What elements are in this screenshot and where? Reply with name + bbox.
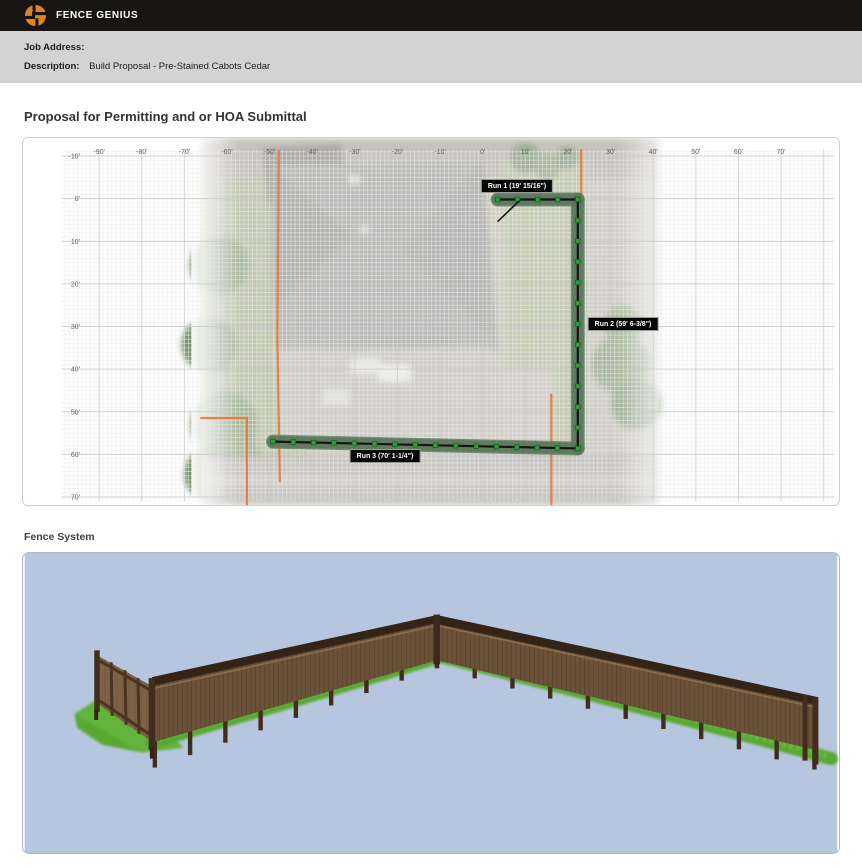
x-tick-label: 60' <box>734 149 743 156</box>
fence-post <box>413 443 418 448</box>
fence-render-panel <box>22 552 840 854</box>
fence-post <box>372 442 377 447</box>
y-tick-label: 30' <box>71 324 80 331</box>
y-tick-label: 10' <box>71 239 80 246</box>
y-tick-label: 20' <box>71 281 80 288</box>
fence-post <box>575 239 580 244</box>
fence-post <box>575 384 580 389</box>
x-tick-label: -60' <box>221 149 232 156</box>
y-tick-label: 40' <box>71 367 80 374</box>
fence-post <box>515 445 520 450</box>
fence-post <box>555 197 560 202</box>
fence-post <box>575 218 580 223</box>
x-tick-label: 0' <box>480 149 485 156</box>
fence-post <box>575 363 580 368</box>
y-tick-label: 60' <box>71 452 80 459</box>
fence-post <box>575 259 580 264</box>
x-tick-label: 50' <box>691 149 700 156</box>
end-post-a <box>803 695 808 761</box>
y-tick-label: 0' <box>75 196 80 203</box>
fence-post <box>332 441 337 446</box>
fence-post <box>291 440 296 445</box>
job-address-label: Job Address: <box>24 42 84 53</box>
x-tick-label: -50' <box>264 149 275 156</box>
fence-post <box>575 342 580 347</box>
x-tick-label: 40' <box>649 149 658 156</box>
y-tick-label: -10' <box>69 154 80 161</box>
fence-post <box>454 443 459 448</box>
proposal-page: FENCE GENIUS Job Address: Description: B… <box>0 0 862 868</box>
brand-name: FENCE GENIUS <box>56 10 138 21</box>
fence-post <box>393 442 398 447</box>
fence-system-title: Fence System <box>24 531 838 543</box>
fence-post <box>535 197 540 202</box>
run-label: Run 3 (70' 1-1/4") <box>350 449 421 463</box>
run-label: Run 1 (19' 15/16") <box>481 179 553 193</box>
fence-post <box>271 439 276 444</box>
fence-post <box>575 446 580 451</box>
fence-post <box>433 443 438 448</box>
fence-genius-logo-icon <box>24 4 47 27</box>
end-post-b <box>812 697 818 765</box>
fence-post <box>495 197 500 202</box>
x-tick-label: 70' <box>777 149 786 156</box>
fence-post <box>494 444 499 449</box>
app-header: FENCE GENIUS <box>0 0 862 31</box>
x-tick-label: 30' <box>606 149 615 156</box>
fence-post <box>535 445 540 450</box>
fence-post <box>575 425 580 430</box>
run-label: Run 2 (59' 6-3/8") <box>588 317 659 331</box>
fence-post <box>555 446 560 451</box>
fence-post <box>575 405 580 410</box>
x-tick-label: -20' <box>392 149 403 156</box>
x-tick-label: -30' <box>349 149 360 156</box>
corner-post <box>433 615 439 665</box>
x-tick-label: -90' <box>93 149 104 156</box>
job-description-row: Description: Build Proposal - Pre-Staine… <box>24 61 838 72</box>
x-tick-label: -40' <box>307 149 318 156</box>
fence-post <box>311 440 316 445</box>
site-plan-drawing: -90' -80' -70' -60' -50' -40' -30' -20' -10' 0' 10… <box>23 138 839 505</box>
job-info-bar: Job Address: Description: Build Proposal… <box>0 31 862 83</box>
site-plan-panel: -90' -80' -70' -60' -50' -40' -30' -20' -10' 0' 10… <box>22 137 840 506</box>
proposal-title: Proposal for Permitting and or HOA Submi… <box>24 109 838 124</box>
fence-post <box>474 444 479 449</box>
fence-post <box>575 301 580 306</box>
y-tick-label: 50' <box>71 409 80 416</box>
x-tick-label: -70' <box>179 149 190 156</box>
job-description-label: Description: <box>24 61 79 72</box>
fence-post <box>352 441 357 446</box>
job-description-value: Build Proposal - Pre-Stained Cabots Ceda… <box>89 61 270 72</box>
x-tick-label: -10' <box>434 149 445 156</box>
fence-post <box>575 280 580 285</box>
x-tick-label: 20' <box>563 149 572 156</box>
fence-post <box>575 197 580 202</box>
x-tick-label: -80' <box>136 149 147 156</box>
x-tick-label: 10' <box>521 149 530 156</box>
fence-3d-render <box>23 553 839 853</box>
y-tick-label: 70' <box>71 495 80 502</box>
fence-post <box>575 322 580 327</box>
job-address-row: Job Address: <box>24 42 838 53</box>
content: Proposal for Permitting and or HOA Submi… <box>0 109 862 854</box>
